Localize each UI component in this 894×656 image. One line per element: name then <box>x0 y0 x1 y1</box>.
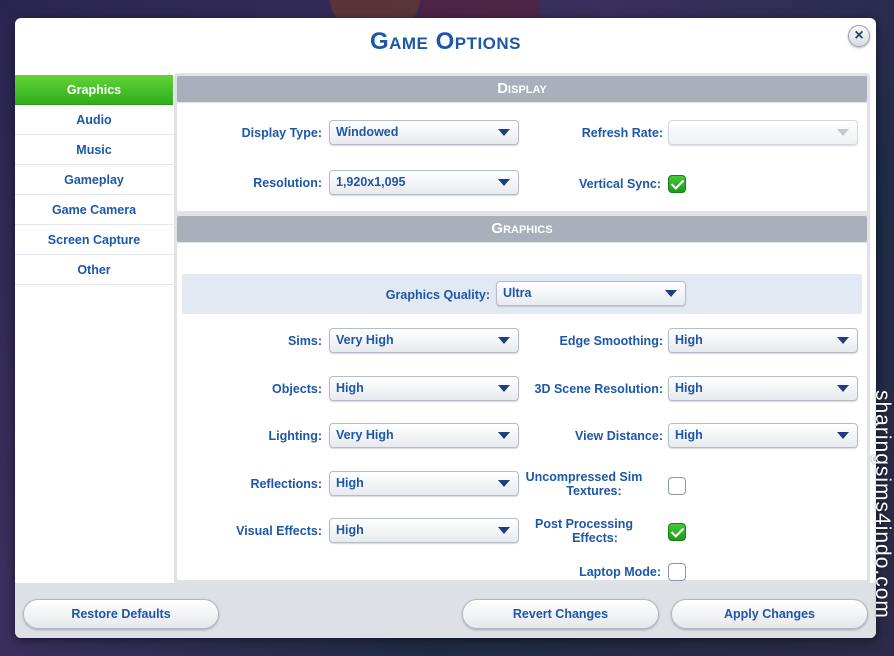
sidebar-item-audio[interactable]: Audio <box>15 105 173 135</box>
scene-resolution-label: 3D Scene Resolution: <box>534 382 664 396</box>
graphics-section-header: Graphics <box>177 216 867 242</box>
game-options-dialog: Game Options × Graphics Audio Music Game… <box>15 18 876 638</box>
edge-smoothing-dropdown[interactable]: High <box>668 328 858 353</box>
close-icon[interactable]: × <box>848 25 870 47</box>
refresh-rate-dropdown[interactable] <box>668 120 858 145</box>
lighting-value: Very High <box>336 428 394 442</box>
graphics-quality-value: Ultra <box>503 286 532 300</box>
vertical-sync-label: Vertical Sync: <box>579 177 661 191</box>
resolution-label: Resolution: <box>253 176 322 190</box>
sidebar-item-game-camera[interactable]: Game Camera <box>15 195 173 225</box>
sims-value: Very High <box>336 333 394 347</box>
uncompressed-textures-label-line2: Textures: <box>566 484 622 498</box>
sidebar-item-other[interactable]: Other <box>15 255 173 285</box>
post-processing-label-line2: Effects: <box>572 531 618 545</box>
chevron-down-icon <box>498 179 510 186</box>
chevron-down-icon <box>498 129 510 136</box>
graphics-quality-label: Graphics Quality: <box>385 288 490 302</box>
display-type-value: Windowed <box>336 125 399 139</box>
scene-resolution-dropdown[interactable]: High <box>668 376 858 401</box>
objects-dropdown[interactable]: High <box>329 376 519 401</box>
post-processing-label: Post Processing Effects: <box>507 517 661 545</box>
lighting-dropdown[interactable]: Very High <box>329 423 519 448</box>
chevron-down-icon <box>837 385 849 392</box>
dialog-footer: Restore Defaults Revert Changes Apply Ch… <box>15 583 876 638</box>
vertical-sync-checkbox[interactable] <box>668 175 686 193</box>
chevron-down-icon <box>837 337 849 344</box>
display-type-label: Display Type: <box>241 126 322 140</box>
edge-smoothing-value: High <box>675 333 703 347</box>
view-distance-label: View Distance: <box>574 429 663 443</box>
laptop-mode-checkbox[interactable] <box>668 563 686 581</box>
reflections-dropdown[interactable]: High <box>329 471 519 496</box>
uncompressed-textures-label-line1: Uncompressed Sim <box>525 470 643 484</box>
reflections-label: Reflections: <box>250 477 322 491</box>
revert-changes-button[interactable]: Revert Changes <box>462 599 659 629</box>
chevron-down-icon <box>665 290 677 297</box>
display-type-dropdown[interactable]: Windowed <box>329 120 519 145</box>
restore-defaults-button[interactable]: Restore Defaults <box>23 599 219 629</box>
reflections-value: High <box>336 476 364 490</box>
objects-value: High <box>336 381 364 395</box>
options-content: Display Display Type: Windowed Refresh R… <box>174 73 870 585</box>
visual-effects-value: High <box>336 523 364 537</box>
resolution-value: 1,920x1,095 <box>336 175 406 189</box>
sidebar-item-graphics[interactable]: Graphics <box>15 75 173 105</box>
laptop-mode-label: Laptop Mode: <box>579 565 661 579</box>
display-section-header: Display <box>177 76 867 102</box>
sidebar-item-gameplay[interactable]: Gameplay <box>15 165 173 195</box>
scene-resolution-value: High <box>675 381 703 395</box>
graphics-panel: Graphics Quality: Ultra Sims: Very High … <box>177 243 867 581</box>
chevron-down-icon <box>837 432 849 439</box>
resolution-dropdown[interactable]: 1,920x1,095 <box>329 170 519 195</box>
options-sidebar: Graphics Audio Music Gameplay Game Camer… <box>15 75 173 285</box>
refresh-rate-label: Refresh Rate: <box>581 126 663 140</box>
graphics-quality-dropdown[interactable]: Ultra <box>496 281 686 306</box>
lighting-label: Lighting: <box>268 429 322 443</box>
uncompressed-textures-label: Uncompressed Sim Textures: <box>507 470 661 498</box>
visual-effects-dropdown[interactable]: High <box>329 518 519 543</box>
post-processing-label-line1: Post Processing <box>535 517 633 531</box>
chevron-down-icon <box>837 129 849 136</box>
view-distance-value: High <box>675 428 703 442</box>
view-distance-dropdown[interactable]: High <box>668 423 858 448</box>
edge-smoothing-label: Edge Smoothing: <box>559 334 663 348</box>
objects-label: Objects: <box>271 382 322 396</box>
visual-effects-label: Visual Effects: <box>236 524 322 538</box>
dialog-title: Game Options <box>369 28 522 55</box>
display-panel: Display Type: Windowed Refresh Rate: Res… <box>177 103 867 211</box>
uncompressed-textures-checkbox[interactable] <box>668 477 686 495</box>
post-processing-checkbox[interactable] <box>668 523 686 541</box>
apply-changes-button[interactable]: Apply Changes <box>671 599 868 629</box>
sims-label: Sims: <box>287 334 322 348</box>
sims-dropdown[interactable]: Very High <box>329 328 519 353</box>
sidebar-item-screen-capture[interactable]: Screen Capture <box>15 225 173 255</box>
sidebar-item-music[interactable]: Music <box>15 135 173 165</box>
watermark-text: sharingsims4indo.com <box>871 390 894 619</box>
